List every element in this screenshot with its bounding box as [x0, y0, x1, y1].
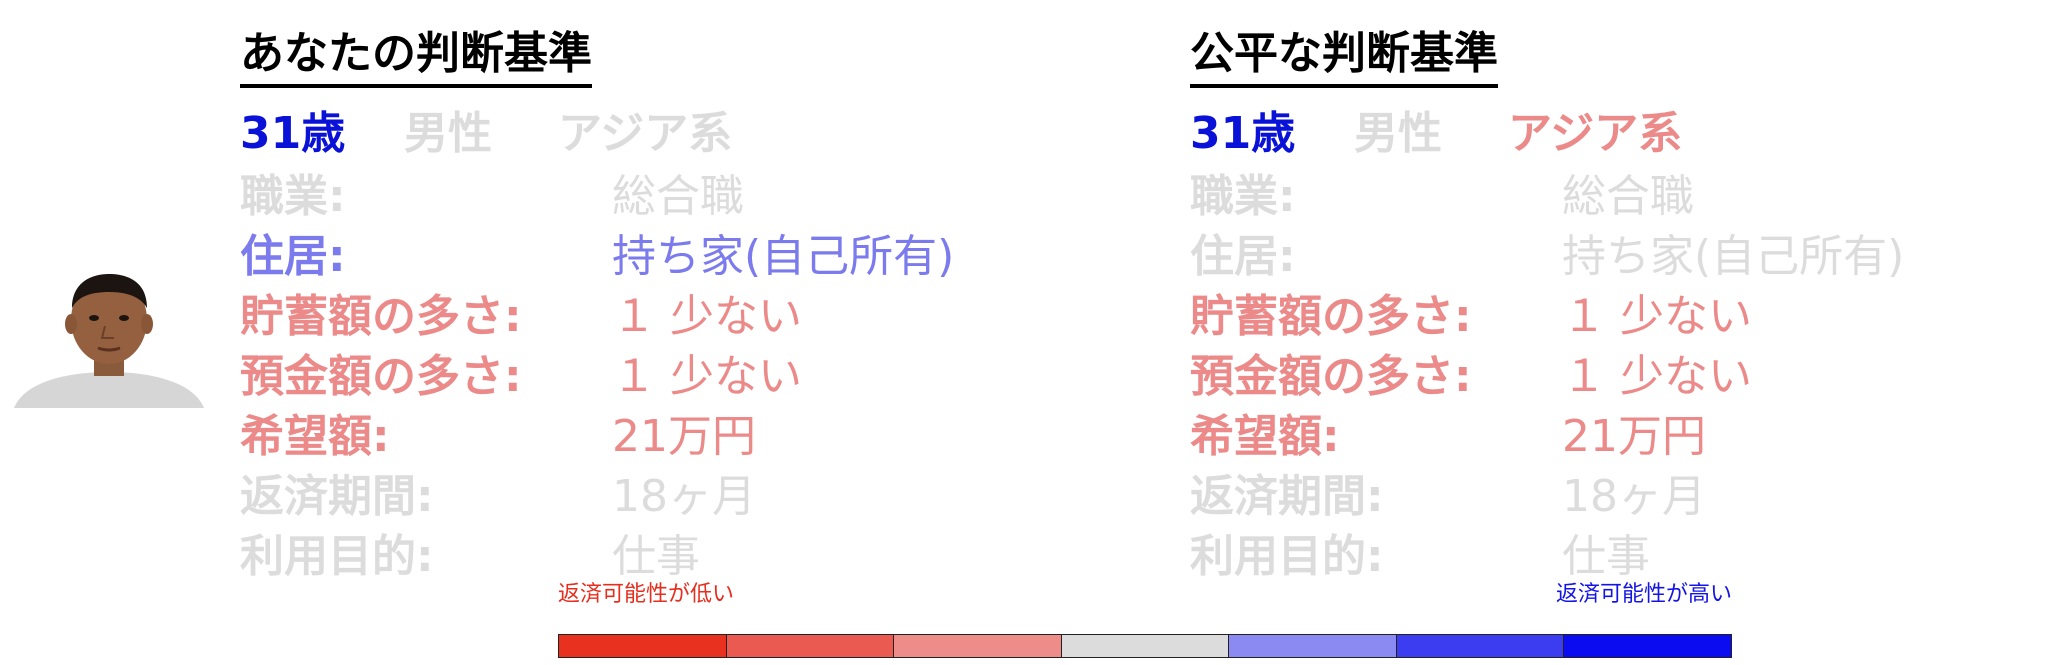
gender-value: 男性 — [1354, 108, 1442, 159]
legend-high-label: 返済可能性が高い — [1555, 582, 1732, 607]
attribute-row-occupation: 職業: 総合職 — [1190, 162, 2010, 222]
attribute-row-savings: 貯蓄額の多さ: １ 少ない — [1190, 282, 2010, 342]
fair-criteria-panel: 公平な判断基準 31歳 男性 アジア系 職業: 総合職 住居: 持ち家(自己所有… — [1190, 24, 2010, 582]
attribute-row-requested-amount: 希望額: 21万円 — [240, 402, 1060, 462]
attribute-label: 希望額: — [240, 411, 390, 462]
demographics-row: 31歳 男性 アジア系 — [1190, 96, 2010, 162]
attribute-value: 21万円 — [1562, 411, 1706, 462]
attribute-value: １ 少ない — [612, 291, 802, 342]
user-criteria-panel: あなたの判断基準 31歳 男性 アジア系 職業: 総合職 住居: 持ち家(自己所… — [240, 24, 1060, 582]
attribute-label: 預金額の多さ: — [240, 351, 522, 402]
attribute-value: 仕事 — [1562, 531, 1650, 582]
age-value: 31歳 — [1190, 108, 1296, 159]
attribute-value: 18ヶ月 — [1562, 471, 1706, 522]
attribute-row-repayment-period: 返済期間: 18ヶ月 — [240, 462, 1060, 522]
attribute-row-savings: 貯蓄額の多さ: １ 少ない — [240, 282, 1060, 342]
attribute-value: 総合職 — [1562, 171, 1694, 222]
attribute-row-occupation: 職業: 総合職 — [240, 162, 1060, 222]
attribute-value: 18ヶ月 — [612, 471, 756, 522]
panel-title: あなたの判断基準 — [240, 24, 592, 88]
attribute-value: 21万円 — [612, 411, 756, 462]
attribute-row-deposits: 預金額の多さ: １ 少ない — [240, 342, 1060, 402]
attribute-list: 職業: 総合職 住居: 持ち家(自己所有) 貯蓄額の多さ: １ 少ない 預金額の… — [1190, 162, 2010, 582]
legend-segment — [1396, 635, 1565, 657]
panel-title: 公平な判断基準 — [1190, 24, 1498, 88]
attribute-label: 利用目的: — [240, 531, 434, 582]
attribute-label: 貯蓄額の多さ: — [1190, 291, 1472, 342]
attribute-list: 職業: 総合職 住居: 持ち家(自己所有) 貯蓄額の多さ: １ 少ない 預金額の… — [240, 162, 1060, 582]
demographics-row: 31歳 男性 アジア系 — [240, 96, 1060, 162]
attribute-row-purpose: 利用目的: 仕事 — [240, 522, 1060, 582]
attribute-label: 返済期間: — [1190, 471, 1384, 522]
person-photo — [14, 268, 204, 408]
attribute-label: 職業: — [1190, 171, 1296, 222]
attribute-row-repayment-period: 返済期間: 18ヶ月 — [1190, 462, 2010, 522]
legend-segment — [1229, 635, 1397, 657]
ethnicity-value: アジア系 — [1508, 108, 1683, 159]
attribute-label: 貯蓄額の多さ: — [240, 291, 522, 342]
attribute-row-deposits: 預金額の多さ: １ 少ない — [1190, 342, 2010, 402]
legend-segment — [726, 635, 895, 657]
legend-segment — [894, 635, 1062, 657]
attribute-label: 住居: — [240, 231, 346, 282]
legend-segment — [1564, 635, 1732, 657]
attribute-value: 仕事 — [612, 531, 700, 582]
attribute-label: 預金額の多さ: — [1190, 351, 1472, 402]
attribute-value: 持ち家(自己所有) — [1562, 231, 1905, 282]
gender-value: 男性 — [404, 108, 492, 159]
attribute-row-purpose: 利用目的: 仕事 — [1190, 522, 2010, 582]
explanation-screen: あなたの判断基準 31歳 男性 アジア系 職業: 総合職 住居: 持ち家(自己所… — [0, 0, 2048, 665]
attribute-row-requested-amount: 希望額: 21万円 — [1190, 402, 2010, 462]
attribute-value: １ 少ない — [612, 351, 802, 402]
attribute-label: 返済期間: — [240, 471, 434, 522]
legend-low-label: 返済可能性が低い — [558, 582, 735, 607]
attribute-value: 総合職 — [612, 171, 744, 222]
attribute-label: 職業: — [240, 171, 346, 222]
legend-segment — [1061, 635, 1230, 657]
attribute-label: 住居: — [1190, 231, 1296, 282]
attribute-row-housing: 住居: 持ち家(自己所有) — [240, 222, 1060, 282]
attribute-value: １ 少ない — [1562, 351, 1752, 402]
attribute-label: 利用目的: — [1190, 531, 1384, 582]
age-value: 31歳 — [240, 108, 346, 159]
attribute-value: 持ち家(自己所有) — [612, 231, 955, 282]
attribute-value: １ 少ない — [1562, 291, 1752, 342]
attribute-row-housing: 住居: 持ち家(自己所有) — [1190, 222, 2010, 282]
attribute-label: 希望額: — [1190, 411, 1340, 462]
legend-color-bar — [558, 634, 1732, 658]
legend-segment — [559, 635, 727, 657]
ethnicity-value: アジア系 — [558, 108, 733, 159]
